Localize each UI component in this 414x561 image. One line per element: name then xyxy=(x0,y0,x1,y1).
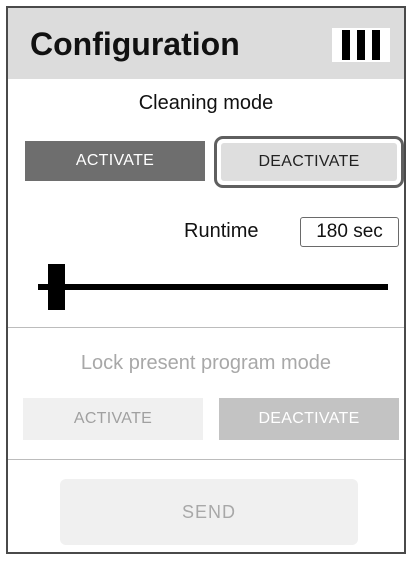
menu-bars-icon[interactable] xyxy=(332,28,390,62)
cleaning-mode-title: Cleaning mode xyxy=(138,92,274,114)
cleaning-deactivate-button[interactable]: DEACTIVATE xyxy=(214,136,404,188)
cleaning-activate-button[interactable]: ACTIVATE xyxy=(25,141,205,181)
configuration-panel: Configuration Cleaning mode ACTIVATE DEA… xyxy=(6,6,406,554)
menu-bar-2 xyxy=(357,30,365,60)
runtime-slider[interactable] xyxy=(38,264,388,310)
cleaning-deactivate-label: DEACTIVATE xyxy=(221,143,397,181)
page-title: Configuration xyxy=(30,26,240,62)
slider-handle[interactable] xyxy=(47,264,65,310)
menu-bar-3 xyxy=(372,30,380,60)
lock-deactivate-button[interactable]: DEACTIVATE xyxy=(219,398,399,440)
section-divider xyxy=(8,459,404,460)
runtime-label: Runtime xyxy=(184,220,259,242)
header-bar: Configuration xyxy=(8,8,404,79)
section-divider xyxy=(8,327,404,328)
send-button[interactable]: SEND xyxy=(60,479,358,545)
lock-mode-title: Lock present program mode xyxy=(80,352,332,374)
menu-bar-1 xyxy=(342,30,350,60)
lock-activate-button[interactable]: ACTIVATE xyxy=(23,398,203,440)
slider-track[interactable] xyxy=(38,284,388,290)
runtime-value-field[interactable]: 180 sec xyxy=(300,217,399,247)
